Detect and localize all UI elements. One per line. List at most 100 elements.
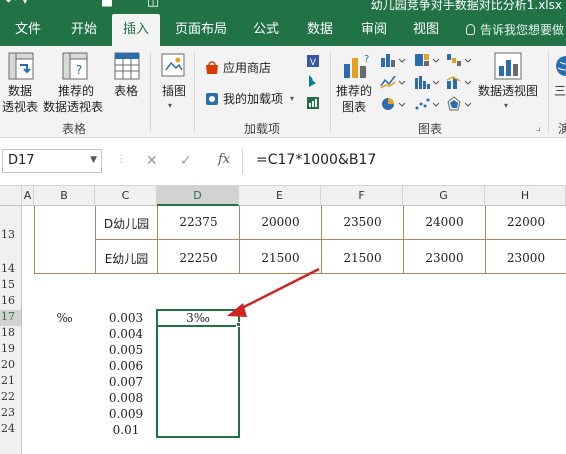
svg-text:?: ?	[364, 54, 369, 65]
tab-home[interactable]: 开始	[56, 14, 112, 46]
line-chart-icon[interactable]	[380, 74, 406, 90]
recommended-pivot-label-1: 推荐的	[58, 84, 95, 98]
column-header-g[interactable]: G	[403, 186, 485, 206]
row-header-14[interactable]: 14	[0, 262, 21, 278]
column-header-h[interactable]: H	[485, 186, 566, 206]
svg-text:?: ?	[76, 63, 82, 77]
pivot-chart-icon	[494, 52, 522, 80]
addins-icon	[206, 93, 218, 105]
group-separator	[330, 52, 331, 132]
redo-dropdown-icon[interactable]: ▾	[18, 0, 32, 9]
row-header-20[interactable]: 20	[0, 358, 21, 374]
tell-me-text: 告诉我您想要做	[480, 23, 565, 37]
annotation-arrow-head	[227, 303, 247, 317]
charts-dialog-launcher-icon[interactable]: ⌟	[536, 120, 541, 135]
column-header-e[interactable]: E	[239, 186, 321, 206]
column-chart-icon[interactable]	[380, 52, 406, 68]
3d-map-label: 三维	[554, 84, 566, 98]
column-headers: A B C D E F G H	[0, 186, 566, 206]
ribbon-tabs: 文件 开始 插入 页面布局 公式 数据 审阅 视图 告诉我您想要做	[0, 14, 566, 46]
tab-review[interactable]: 审阅	[352, 14, 396, 46]
group-label-tables: 表格	[62, 122, 87, 136]
tab-data[interactable]: 数据	[298, 14, 342, 46]
table-icon	[114, 52, 140, 80]
visio-icon[interactable]: V	[306, 54, 320, 68]
app-store-label: 应用商店	[223, 61, 272, 75]
combo-chart-icon[interactable]	[446, 74, 472, 90]
chevron-down-icon[interactable]: ▼	[90, 155, 97, 165]
recommended-pivot-icon: ?	[62, 52, 88, 80]
group-separator	[194, 52, 195, 132]
row-header-22[interactable]: 22	[0, 390, 21, 406]
row-header-16[interactable]: 16	[0, 294, 21, 310]
svg-text:V: V	[310, 58, 317, 68]
row-header-15[interactable]: 15	[0, 278, 21, 294]
name-box[interactable]: D17 ▼	[2, 149, 102, 173]
save-icon[interactable]: ■	[100, 0, 114, 9]
waterfall-chart-icon[interactable]	[446, 52, 472, 68]
row-header-18[interactable]: 18	[0, 326, 21, 342]
title-bar: ↶ ▾ ■ ◫ 幼儿园竞争对手数据对比分析1.xlsx	[0, 0, 566, 14]
group-separator	[548, 52, 549, 132]
row-header-23[interactable]: 23	[0, 406, 21, 422]
row-header-24[interactable]: 24	[0, 422, 21, 438]
globe-icon	[556, 56, 566, 76]
pivot-table-label-2: 透视表	[2, 100, 39, 114]
formula-input[interactable]: =C17*1000&B17	[256, 152, 376, 168]
group-label-tours: 演	[558, 122, 566, 136]
fx-icon[interactable]: fx	[218, 152, 230, 167]
people-graph-icon[interactable]	[306, 96, 320, 110]
row-header-17[interactable]: 17	[0, 310, 21, 326]
formula-bar-separator	[242, 148, 243, 174]
ribbon-insert: 数据 透视表 ? 推荐的 数据透视表 表格 表格 插图 ▾ 应用商店 我的加载项…	[0, 46, 566, 138]
radar-chart-icon[interactable]	[446, 96, 472, 112]
window-title: 幼儿园竞争对手数据对比分析1.xlsx	[370, 0, 562, 12]
table-label: 表格	[114, 84, 139, 98]
tab-insert[interactable]: 插入	[112, 14, 160, 46]
tab-formulas[interactable]: 公式	[244, 14, 288, 46]
vertical-dots-icon: ⋮	[116, 154, 126, 165]
pie-chart-icon[interactable]	[380, 96, 406, 112]
name-box-value: D17	[8, 153, 35, 168]
recommended-charts-label-1: 推荐的	[336, 84, 373, 98]
column-header-f[interactable]: F	[321, 186, 403, 206]
tab-page-layout[interactable]: 页面布局	[168, 14, 234, 46]
column-header-d[interactable]: D	[157, 186, 239, 206]
column-header-c[interactable]: C	[95, 186, 157, 206]
row-header-21[interactable]: 21	[0, 374, 21, 390]
tab-view[interactable]: 视图	[404, 14, 448, 46]
lightbulb-icon	[466, 24, 475, 35]
cancel-icon[interactable]: ✕	[146, 153, 158, 169]
pivot-table-label-1: 数据	[8, 84, 33, 98]
illustrations-label: 插图	[162, 84, 187, 98]
group-separator	[150, 52, 151, 132]
row-header-13[interactable]: 13	[0, 228, 21, 244]
worksheet-grid[interactable]: D幼儿园 22375 20000 23500 24000 22000 E幼儿园 …	[22, 206, 566, 454]
row-header-19[interactable]: 19	[0, 342, 21, 358]
statistic-chart-icon[interactable]	[414, 74, 440, 90]
recommended-charts-icon: ?	[344, 54, 369, 78]
select-all-corner[interactable]	[0, 186, 22, 206]
annotation-arrow-shaft	[235, 267, 320, 313]
pivot-table-icon	[8, 52, 34, 80]
hierarchy-chart-icon[interactable]	[414, 52, 440, 68]
preview-icon[interactable]: ◫	[146, 0, 160, 9]
store-icon	[206, 61, 218, 74]
tab-file[interactable]: 文件	[0, 14, 56, 46]
scatter-chart-icon[interactable]	[414, 96, 440, 112]
annotation-arrow	[227, 267, 320, 317]
undo-icon[interactable]: ↶	[4, 0, 18, 9]
recommended-charts-label-2: 图表	[342, 100, 367, 114]
illustrations-icon	[161, 53, 185, 77]
tell-me-box[interactable]: 告诉我您想要做	[466, 14, 564, 46]
bing-icon[interactable]	[306, 74, 320, 90]
row-headers: 13 14 15 16 17 18 19 20 21 22 23 24	[0, 206, 22, 454]
illustrations-dropdown-icon: ▾	[168, 101, 173, 110]
group-label-addins: 加载项	[244, 122, 281, 136]
enter-icon[interactable]: ✓	[180, 153, 192, 169]
pivot-chart-dropdown-icon: ▾	[504, 101, 509, 110]
column-header-b[interactable]: B	[34, 186, 95, 206]
column-header-a[interactable]: A	[22, 186, 34, 206]
group-label-charts: 图表	[418, 122, 443, 136]
my-addins-label: 我的加载项	[223, 92, 284, 106]
